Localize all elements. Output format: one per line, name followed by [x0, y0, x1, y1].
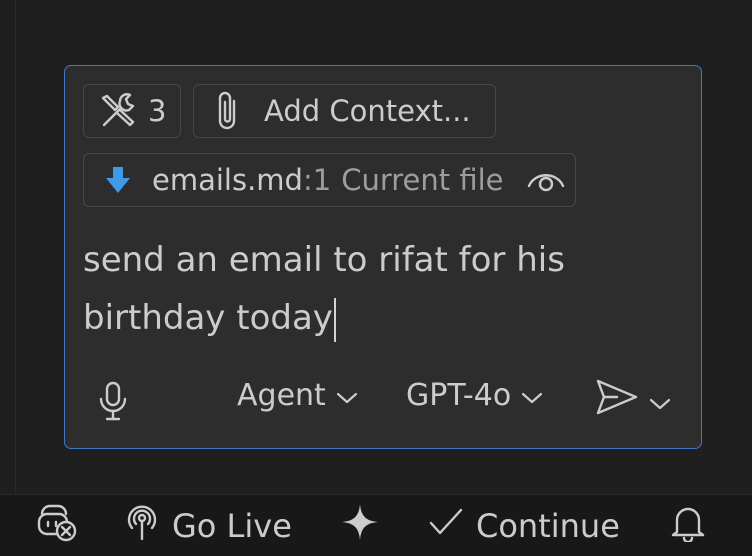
- chevron-down-icon: [336, 378, 358, 413]
- check-icon: [428, 507, 464, 545]
- tools-button[interactable]: 3: [83, 84, 181, 138]
- panel-divider: [15, 0, 16, 494]
- tools-count: 3: [148, 94, 167, 128]
- add-context-button[interactable]: Add Context...: [193, 84, 496, 138]
- copilot-status-button[interactable]: [36, 502, 78, 550]
- chevron-down-icon: [521, 378, 543, 413]
- mode-picker[interactable]: Agent: [237, 378, 358, 413]
- microphone-icon: [97, 380, 129, 430]
- bell-icon: [670, 502, 706, 550]
- current-file-chip[interactable]: emails.md:1 Current file: [83, 153, 576, 207]
- model-label: GPT-4o: [406, 378, 512, 413]
- send-button[interactable]: [595, 378, 671, 424]
- file-name: emails.md: [152, 163, 303, 197]
- file-description: Current file: [341, 163, 504, 197]
- ai-sparkle-button[interactable]: [340, 502, 380, 550]
- eye-icon[interactable]: [526, 166, 566, 194]
- model-picker[interactable]: GPT-4o: [406, 378, 543, 413]
- status-bar: Go Live Continue: [0, 494, 752, 556]
- voice-input-button[interactable]: [97, 380, 129, 430]
- sparkle-icon: [340, 502, 380, 550]
- send-options-chevron-icon[interactable]: [649, 384, 671, 419]
- paperclip-icon: [214, 89, 242, 133]
- broadcast-icon: [124, 502, 160, 550]
- tools-icon: [98, 91, 138, 131]
- prompt-text: send an email to rifat for his birthday …: [83, 240, 565, 338]
- file-arrow-down-icon: [104, 165, 132, 195]
- chat-input-box[interactable]: 3 Add Context... emails.md:1 Current fil…: [64, 65, 702, 449]
- file-line: :1: [302, 163, 332, 197]
- text-caret: [333, 297, 336, 342]
- continue-button[interactable]: Continue: [428, 505, 620, 547]
- add-context-label: Add Context...: [264, 94, 471, 128]
- prompt-textarea[interactable]: send an email to rifat for his birthday …: [83, 231, 603, 347]
- copilot-disabled-icon: [36, 502, 78, 550]
- mode-label: Agent: [237, 378, 326, 413]
- send-icon: [595, 378, 639, 424]
- notifications-button[interactable]: [670, 505, 706, 547]
- go-live-label: Go Live: [172, 507, 292, 545]
- continue-label: Continue: [476, 507, 620, 545]
- go-live-button[interactable]: Go Live: [124, 505, 292, 547]
